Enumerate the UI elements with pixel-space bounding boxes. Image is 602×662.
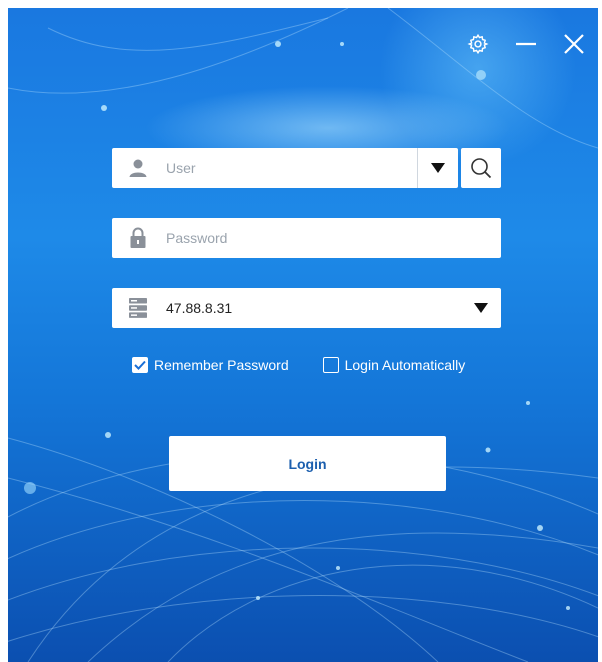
checkbox-checked-icon <box>132 357 148 373</box>
remember-password-label: Remember Password <box>154 357 289 373</box>
remember-password-checkbox[interactable]: Remember Password <box>132 357 289 373</box>
server-dropdown-button[interactable] <box>461 288 501 328</box>
close-icon[interactable] <box>560 30 588 58</box>
user-row: User <box>112 148 501 188</box>
server-icon <box>124 294 152 322</box>
login-automatically-checkbox[interactable]: Login Automatically <box>322 357 466 373</box>
window-controls <box>464 30 588 58</box>
chevron-down-icon <box>431 163 445 173</box>
user-icon <box>124 154 152 182</box>
user-dropdown-button[interactable] <box>417 148 458 188</box>
login-automatically-label: Login Automatically <box>344 357 466 373</box>
chevron-down-icon <box>474 303 488 313</box>
network-background <box>8 8 598 662</box>
user-field[interactable]: User <box>112 148 458 188</box>
login-window: User Password 47.88.8.31 Remember Passwo… <box>8 8 598 662</box>
login-button[interactable]: Login <box>169 436 446 491</box>
search-icon <box>471 158 492 179</box>
gear-icon[interactable] <box>464 30 492 58</box>
server-field[interactable]: 47.88.8.31 <box>112 288 501 328</box>
server-value: 47.88.8.31 <box>166 300 233 316</box>
checkbox-unchecked-icon <box>322 357 339 373</box>
user-placeholder: User <box>166 160 196 176</box>
password-placeholder: Password <box>166 230 228 246</box>
search-button[interactable] <box>461 148 501 188</box>
password-field[interactable]: Password <box>112 218 501 258</box>
login-options: Remember Password Login Automatically <box>132 357 465 373</box>
minimize-icon[interactable] <box>512 30 540 58</box>
lock-icon <box>124 224 152 252</box>
